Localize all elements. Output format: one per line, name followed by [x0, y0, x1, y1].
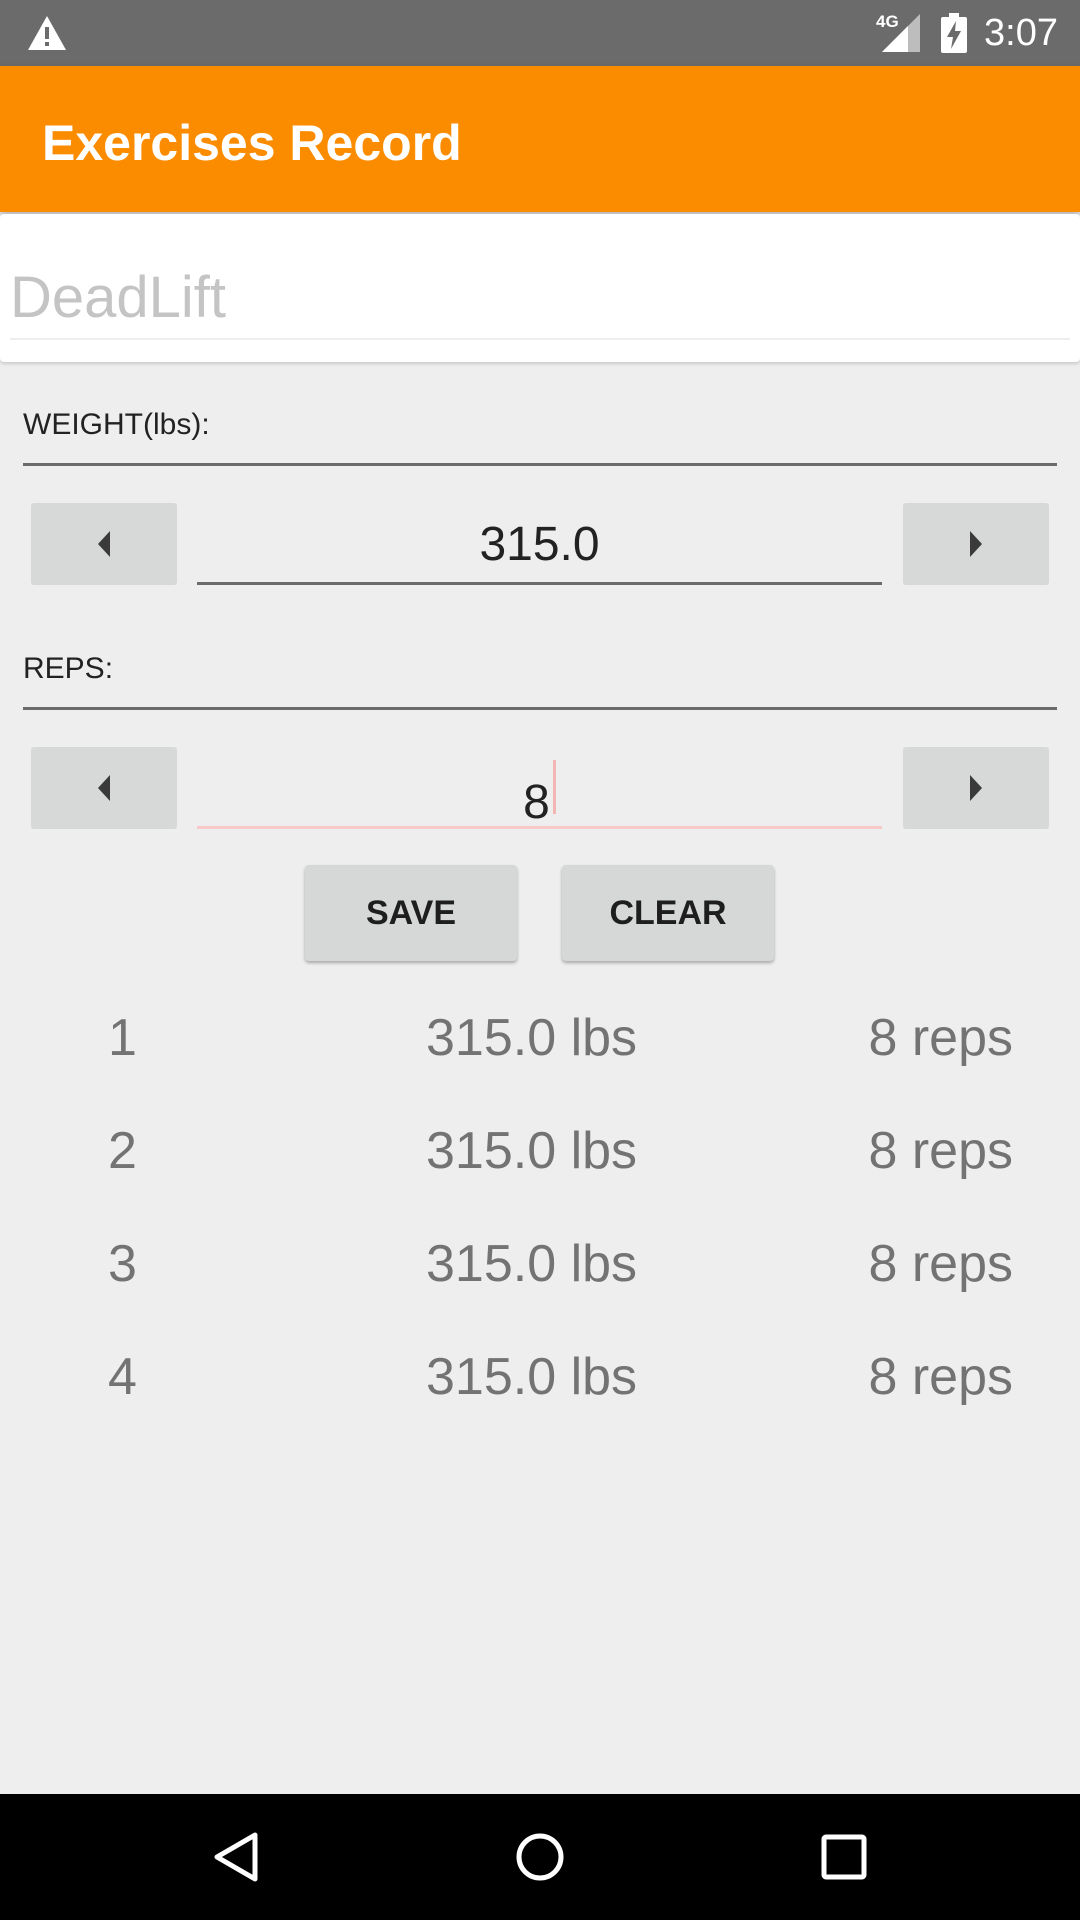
recents-icon[interactable]	[814, 1827, 874, 1887]
text-cursor	[552, 760, 556, 815]
list-item: 3 315.0 lbs 8 reps	[0, 1216, 1080, 1329]
exercise-name-underline	[10, 338, 1070, 340]
weight-label: WEIGHT(lbs):	[23, 408, 210, 441]
exercise-name-card: DeadLift	[0, 214, 1080, 362]
record-reps: 8 reps	[868, 1348, 1013, 1406]
record-number: 4	[108, 1348, 137, 1406]
weight-increment-button[interactable]	[903, 503, 1049, 585]
save-button[interactable]: SAVE	[305, 865, 517, 961]
records-list: 1 315.0 lbs 8 reps 2 315.0 lbs 8 reps 3 …	[0, 990, 1080, 1442]
record-number: 1	[108, 1009, 137, 1067]
reps-value: 8	[523, 776, 550, 829]
clear-button[interactable]: CLEAR	[562, 865, 774, 961]
record-weight: 315.0 lbs	[426, 1235, 638, 1293]
exercise-name-field[interactable]: DeadLift	[10, 264, 226, 331]
list-item: 1 315.0 lbs 8 reps	[0, 990, 1080, 1103]
reps-increment-button[interactable]	[903, 747, 1049, 829]
triangle-left-icon	[98, 531, 110, 557]
back-icon[interactable]	[207, 1827, 267, 1887]
clock: 3:07	[984, 12, 1058, 54]
record-weight: 315.0 lbs	[426, 1122, 638, 1180]
list-item: 4 315.0 lbs 8 reps	[0, 1329, 1080, 1442]
weight-decrement-button[interactable]	[31, 503, 177, 585]
reps-input[interactable]: 8	[197, 747, 882, 829]
page-title: Exercises Record	[42, 115, 462, 171]
record-weight: 315.0 lbs	[426, 1009, 638, 1067]
record-weight: 315.0 lbs	[426, 1348, 638, 1406]
triangle-right-icon	[970, 775, 982, 801]
navigation-bar	[0, 1794, 1080, 1920]
record-reps: 8 reps	[868, 1122, 1013, 1180]
weight-value: 315.0	[479, 518, 600, 571]
weight-input[interactable]: 315.0	[197, 503, 882, 585]
record-reps: 8 reps	[868, 1235, 1013, 1293]
weight-divider	[23, 463, 1057, 466]
record-reps: 8 reps	[868, 1009, 1013, 1067]
home-icon[interactable]	[510, 1827, 570, 1887]
status-bar: 4G 3:07	[0, 0, 1080, 66]
warning-icon	[28, 16, 66, 50]
app-bar: Exercises Record	[0, 66, 1080, 212]
record-number: 2	[108, 1122, 137, 1180]
reps-divider	[23, 707, 1057, 710]
record-number: 3	[108, 1235, 137, 1293]
list-item: 2 315.0 lbs 8 reps	[0, 1103, 1080, 1216]
weight-input-underline	[197, 582, 882, 585]
triangle-right-icon	[970, 531, 982, 557]
battery-charging-icon	[941, 13, 967, 53]
signal-icon	[882, 14, 920, 52]
reps-decrement-button[interactable]	[31, 747, 177, 829]
reps-label: REPS:	[23, 652, 114, 685]
reps-input-underline	[197, 826, 882, 829]
triangle-left-icon	[98, 775, 110, 801]
